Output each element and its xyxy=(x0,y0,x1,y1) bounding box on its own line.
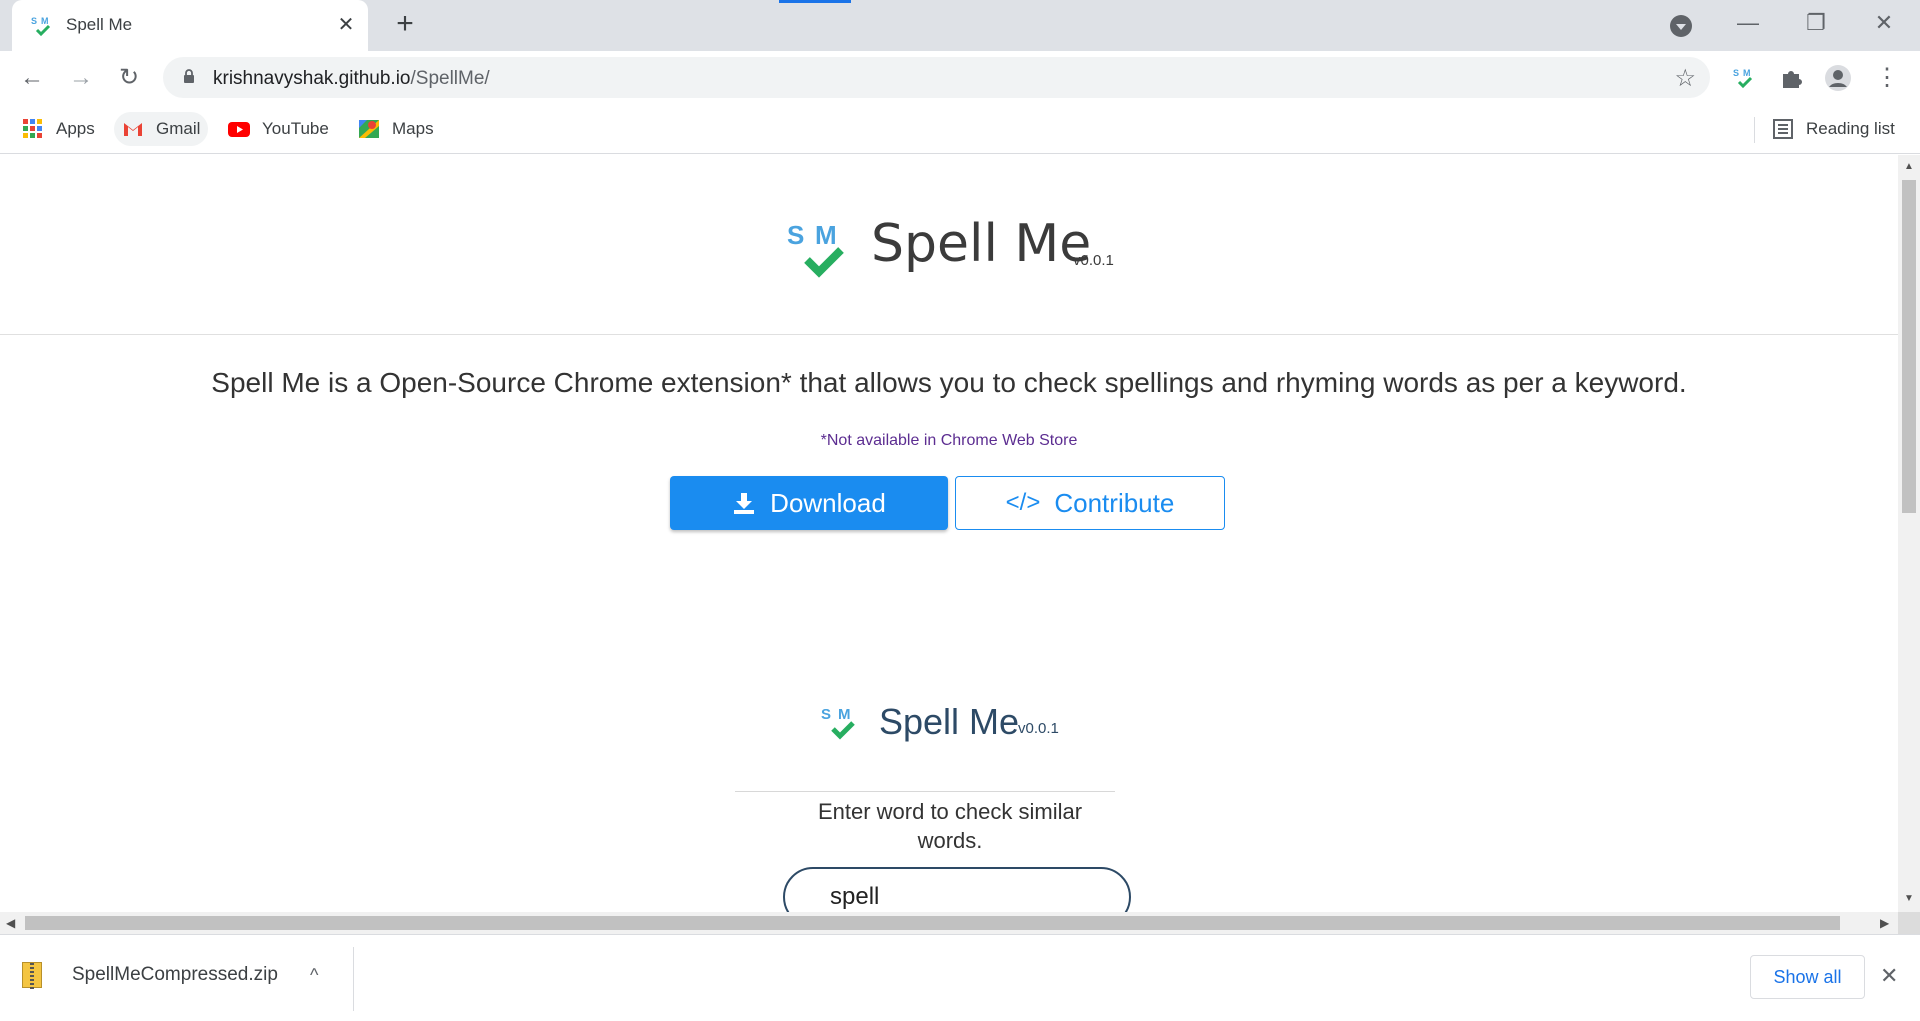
demo-hint: Enter word to check similar words. xyxy=(817,799,1083,853)
demo-title: Spell Me xyxy=(879,701,1020,742)
bookmark-apps[interactable]: Apps xyxy=(14,112,103,146)
scroll-up-arrow-icon[interactable]: ▲ xyxy=(1904,161,1914,172)
bookmark-maps-label: Maps xyxy=(392,119,434,138)
vertical-scroll-thumb[interactable] xyxy=(1902,180,1916,513)
shelf-separator xyxy=(353,947,354,1011)
loading-indicator xyxy=(779,0,851,3)
code-icon: </> xyxy=(1005,489,1041,516)
demo-divider xyxy=(735,791,1115,792)
page-version: v0.0.1 xyxy=(1073,252,1114,269)
lock-icon[interactable] xyxy=(183,69,195,83)
download-shelf: SpellMeCompressed.zip ^ Show all ✕ xyxy=(0,934,1920,1021)
reload-button[interactable]: ↻ xyxy=(114,63,144,93)
svg-text:S: S xyxy=(31,16,37,26)
url-domain: krishnavyshak.github.io xyxy=(213,68,411,89)
download-options-chevron-icon[interactable]: ^ xyxy=(310,965,318,986)
availability-note: *Not available in Chrome Web Store xyxy=(820,432,1078,449)
back-button[interactable]: ← xyxy=(17,63,47,93)
horizontal-scrollbar[interactable]: ◀ ▶ xyxy=(0,912,1898,934)
bookmark-separator xyxy=(1754,117,1755,143)
browser-menu-icon[interactable]: ⋮ xyxy=(1872,63,1902,93)
demo-version: v0.0.1 xyxy=(1018,720,1059,737)
demo-logo-icon: S M xyxy=(821,706,855,740)
window-close-button[interactable]: ✕ xyxy=(1869,8,1899,38)
bookmark-gmail-label: Gmail xyxy=(156,119,201,138)
spell-me-logo-icon: S M xyxy=(787,220,844,278)
reading-list-button[interactable]: Reading list xyxy=(1764,112,1903,146)
url-path: /SpellMe/ xyxy=(410,68,490,89)
reading-list-icon xyxy=(1773,119,1793,139)
extensions-puzzle-icon[interactable] xyxy=(1777,64,1805,92)
svg-text:S: S xyxy=(1733,68,1739,78)
bookmark-gmail[interactable]: Gmail xyxy=(114,112,209,146)
tab-title: Spell Me xyxy=(66,15,133,34)
new-tab-button[interactable]: + xyxy=(390,9,420,40)
logo-letter-s: S xyxy=(787,220,804,250)
download-button[interactable]: Download xyxy=(670,476,948,530)
browser-toolbar: ← → ↻ krishnavyshak.github.io/SpellMe/ ☆… xyxy=(0,51,1920,104)
download-label: Download xyxy=(770,487,886,518)
scroll-down-arrow-icon[interactable]: ▼ xyxy=(1904,893,1914,904)
apps-grid-icon xyxy=(23,119,42,138)
address-bar[interactable]: krishnavyshak.github.io/SpellMe/ ☆ xyxy=(163,57,1710,98)
download-icon xyxy=(734,493,755,514)
restore-button[interactable]: ❐ xyxy=(1801,8,1831,38)
tab-strip: S M Spell Me ✕ + — ❐ ✕ xyxy=(0,0,1920,51)
minimize-button[interactable]: — xyxy=(1733,8,1763,38)
page-title: Spell Me xyxy=(871,214,1092,274)
spell-me-favicon-icon: S M xyxy=(31,16,51,37)
page-viewport: S M Spell Me v0.0.1 Spell Me is a Open-S… xyxy=(0,155,1898,912)
svg-text:S: S xyxy=(821,706,831,723)
svg-text:M: M xyxy=(41,16,49,26)
tab-spell-me[interactable]: S M Spell Me ✕ xyxy=(12,0,368,51)
download-item[interactable]: SpellMeCompressed.zip xyxy=(22,955,278,995)
show-all-button[interactable]: Show all xyxy=(1750,955,1865,999)
bookmark-youtube-label: YouTube xyxy=(262,119,329,138)
tab-close-icon[interactable]: ✕ xyxy=(334,13,358,37)
bookmark-apps-label: Apps xyxy=(56,119,95,138)
download-filename: SpellMeCompressed.zip xyxy=(72,964,278,985)
scrollbar-corner xyxy=(1898,912,1920,934)
bookmark-maps[interactable]: Maps xyxy=(350,112,442,146)
zip-file-icon xyxy=(22,962,42,989)
contribute-label: Contribute xyxy=(1054,487,1175,518)
bookmark-star-icon[interactable]: ☆ xyxy=(1674,64,1696,93)
bookmarks-bar: Apps Gmail YouTube Maps Reading list xyxy=(0,104,1920,154)
url-text[interactable]: krishnavyshak.github.io/SpellMe/ xyxy=(213,68,490,90)
word-search-input[interactable]: spell xyxy=(783,867,1131,912)
shelf-close-icon[interactable]: ✕ xyxy=(1880,963,1898,989)
contribute-button[interactable]: </> Contribute xyxy=(955,476,1225,530)
bookmark-youtube[interactable]: YouTube xyxy=(220,112,337,146)
page-tagline: Spell Me is a Open-Source Chrome extensi… xyxy=(211,367,1687,398)
gmail-icon xyxy=(124,123,142,136)
page-header: S M Spell Me v0.0.1 xyxy=(0,155,1898,335)
svg-text:M: M xyxy=(1743,68,1751,78)
scroll-right-arrow-icon[interactable]: ▶ xyxy=(1880,916,1889,930)
maps-icon xyxy=(359,120,379,138)
horizontal-scroll-thumb[interactable] xyxy=(25,916,1840,930)
svg-text:M: M xyxy=(838,706,851,723)
profile-avatar-icon[interactable] xyxy=(1824,64,1852,92)
logo-letter-m: M xyxy=(815,220,837,250)
tab-search-icon[interactable] xyxy=(1670,15,1692,37)
forward-button[interactable]: → xyxy=(66,63,96,93)
spell-me-extension-icon[interactable]: S M xyxy=(1730,64,1758,92)
reading-list-label: Reading list xyxy=(1806,119,1895,138)
youtube-icon xyxy=(228,122,250,137)
scroll-left-arrow-icon[interactable]: ◀ xyxy=(6,916,15,930)
vertical-scrollbar[interactable]: ▲ ▼ xyxy=(1898,155,1920,912)
